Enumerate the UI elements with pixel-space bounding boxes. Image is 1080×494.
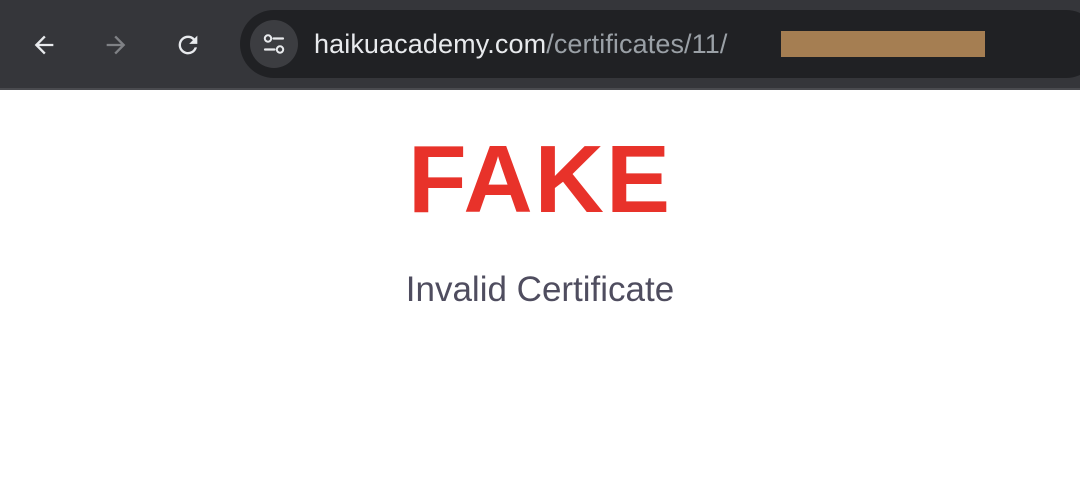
arrow-right-icon <box>106 35 126 55</box>
back-button[interactable] <box>23 24 65 66</box>
browser-toolbar: haikuacademy.com/certificates/11/ <box>0 0 1080 90</box>
page-content: FAKE Invalid Certificate <box>0 90 1080 494</box>
arrow-left-icon <box>34 35 54 55</box>
page-title: FAKE <box>407 126 673 233</box>
reload-button[interactable] <box>167 24 209 66</box>
site-info-button[interactable] <box>250 20 298 68</box>
url-path: /certificates/11/ <box>546 29 728 59</box>
url-host: haikuacademy.com <box>314 29 547 59</box>
reload-icon <box>178 35 198 55</box>
address-bar[interactable]: haikuacademy.com/certificates/11/ <box>240 10 1080 78</box>
redaction-block <box>781 31 985 57</box>
certificate-status-text: Invalid Certificate <box>405 270 675 309</box>
forward-button[interactable] <box>95 24 137 66</box>
url-text[interactable]: haikuacademy.com/certificates/11/ <box>314 10 728 78</box>
tune-icon <box>263 34 285 54</box>
